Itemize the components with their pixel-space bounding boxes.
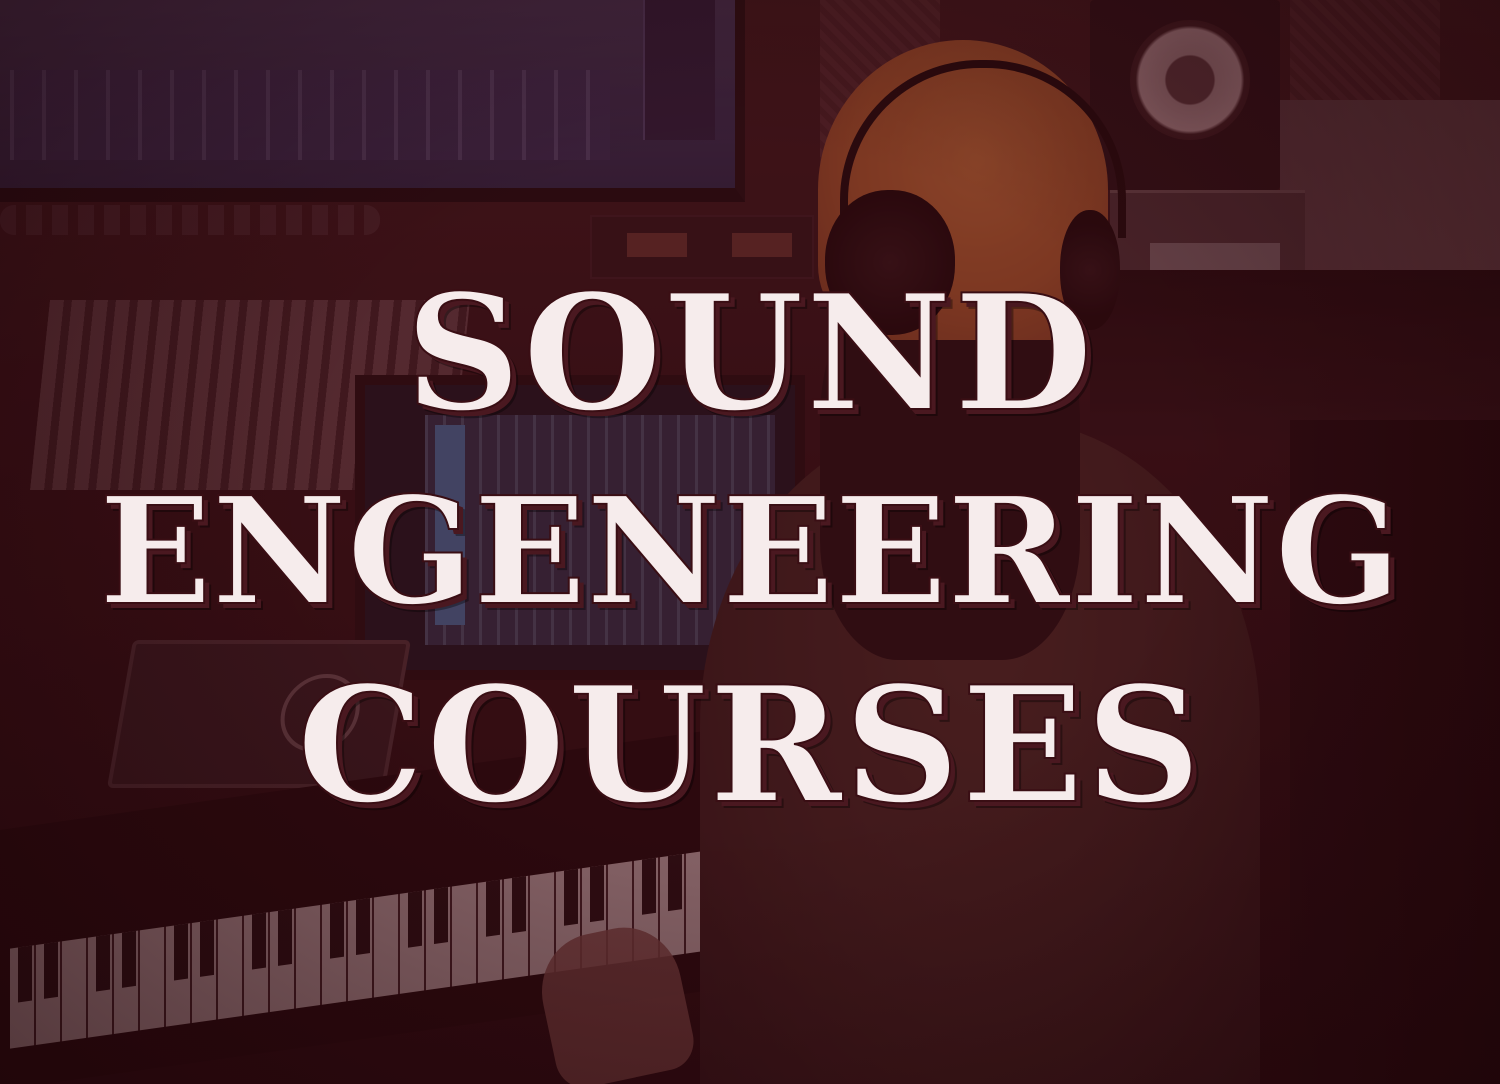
title-line-1: SOUND xyxy=(404,259,1095,448)
page-title: SOUND ENGENEERING COURSES xyxy=(0,259,1500,840)
title-line-3: COURSES xyxy=(296,651,1204,840)
title-line-2: ENGENEERING xyxy=(98,464,1402,639)
hero-banner: SOUND ENGENEERING COURSES xyxy=(0,0,1500,1084)
